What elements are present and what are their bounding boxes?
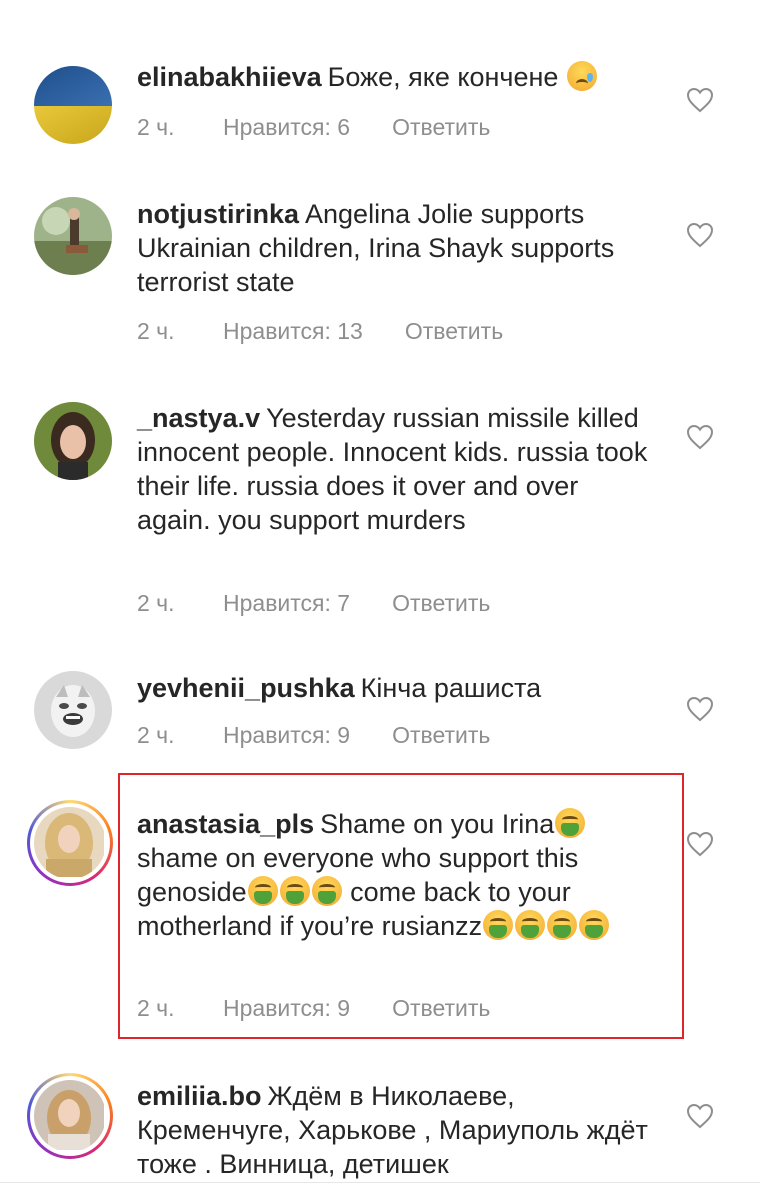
heart-icon[interactable] [686,87,714,113]
avatar[interactable] [34,402,112,480]
comment-time: 2 ч. [137,114,175,140]
heart-icon[interactable] [686,831,714,857]
comment-time: 2 ч. [137,318,175,344]
likes-count[interactable]: Нравится: 13 [223,318,363,345]
bottom-divider [0,1182,760,1183]
comment-meta: 2 ч. Нравится: 9 Ответить [137,722,490,749]
comment-text: notjustirinka Angelina Jolie supports Ukr… [137,197,657,299]
vomiting-face-icon [247,876,278,906]
comment-text: anastasia_pls Shame on you Irina shame on… [137,807,657,943]
reply-button[interactable]: Ответить [405,318,503,345]
reply-button[interactable]: Ответить [392,114,490,141]
comment-meta: 2 ч. Нравится: 7 Ответить [137,590,490,617]
heart-icon[interactable] [686,424,714,450]
avatar[interactable] [27,1073,113,1159]
comment-text: _nastya.v Yesterday russian missile kille… [137,401,657,537]
vomiting-face-icon [483,910,514,940]
comment-body: Кінча рашиста [360,673,542,703]
avatar[interactable] [34,197,112,275]
avatar-story-ring [30,1076,110,1156]
comment-username[interactable]: _nastya.v [137,403,260,433]
avatar[interactable] [34,66,112,144]
crying-face-icon [566,61,597,91]
comment-username[interactable]: elinabakhiieva [137,62,322,92]
comment-time: 2 ч. [137,590,175,616]
vomiting-face-icon [515,910,546,940]
heart-icon[interactable] [686,222,714,248]
comment-body: Боже, яке кончене [327,62,559,92]
avatar-story-ring [30,803,110,883]
likes-count[interactable]: Нравится: 7 [223,590,350,617]
vomiting-face-icon [279,876,310,906]
comment-username[interactable]: yevhenii_pushka [137,673,355,703]
likes-count[interactable]: Нравится: 9 [223,722,350,749]
comment-meta: 2 ч. Нравится: 9 Ответить [137,995,490,1022]
comment-text: elinabakhiieva Боже, яке кончене [137,60,657,94]
comment-time: 2 ч. [137,722,175,748]
comment-time: 2 ч. [137,995,175,1021]
likes-count[interactable]: Нравится: 6 [223,114,350,141]
likes-count[interactable]: Нравится: 9 [223,995,350,1022]
comment-username[interactable]: emiliia.bo [137,1081,262,1111]
comment-meta: 2 ч. Нравится: 6 Ответить [137,114,490,141]
comment-meta: 2 ч. Нравится: 13 Ответить [137,318,503,345]
vomiting-face-icon [555,808,586,838]
heart-icon[interactable] [686,696,714,722]
comment-username[interactable]: notjustirinka [137,199,299,229]
comment-text: yevhenii_pushka Кінча рашиста [137,671,657,705]
vomiting-face-icon [547,910,578,940]
heart-icon[interactable] [686,1103,714,1129]
comment-body: Shame on you Irina [320,809,555,839]
comment-username[interactable]: anastasia_pls [137,809,314,839]
comment-text: emiliia.bo Ждём в Николаеве, Кременчуге, … [137,1079,657,1182]
reply-button[interactable]: Ответить [392,995,490,1022]
vomiting-face-icon [579,910,610,940]
avatar[interactable] [34,671,112,749]
avatar[interactable] [27,800,113,886]
vomiting-face-icon [311,876,342,906]
reply-button[interactable]: Ответить [392,590,490,617]
reply-button[interactable]: Ответить [392,722,490,749]
